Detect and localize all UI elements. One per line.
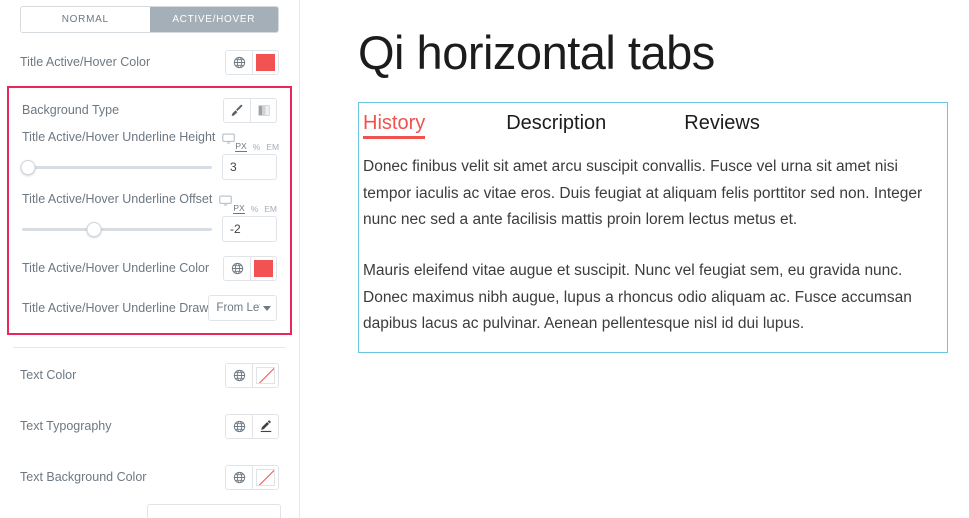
- row-underline-offset-slider: -2: [9, 214, 290, 242]
- row-title-active-hover-color: Title Active/Hover Color: [0, 45, 299, 79]
- unit-percent[interactable]: %: [251, 204, 259, 214]
- select-underline-draw-value: From Left: [216, 302, 260, 314]
- content-paragraph: Mauris eleifend vitae augue et suscipit.…: [363, 262, 912, 333]
- tab-active-hover[interactable]: ACTIVE/HOVER: [149, 7, 278, 32]
- desktop-monitor-icon[interactable]: [219, 193, 232, 211]
- preview-area: Qi horizontal tabs History Description R…: [300, 0, 969, 518]
- text-typography-control: [225, 413, 279, 439]
- input-underline-offset[interactable]: -2: [222, 216, 277, 242]
- slider-underline-height[interactable]: [20, 158, 212, 176]
- state-tab-switch: NORMAL ACTIVE/HOVER: [20, 6, 279, 33]
- label-text-color: Text Color: [20, 368, 77, 382]
- desktop-monitor-icon[interactable]: [222, 131, 236, 149]
- row-underline-draw: Title Active/Hover Underline Draw From L…: [9, 291, 290, 325]
- tab-history[interactable]: History: [363, 112, 426, 146]
- row-background-type: Background Type: [9, 93, 290, 127]
- partial-input-below-fold[interactable]: [147, 504, 281, 518]
- tab-description[interactable]: Description: [506, 112, 606, 146]
- globe-icon[interactable]: [226, 465, 252, 489]
- row-text-background-color: Text Background Color: [0, 460, 299, 494]
- slider-underline-offset[interactable]: [22, 220, 212, 238]
- color-swatch-text-background[interactable]: [252, 465, 278, 489]
- slider-handle[interactable]: [86, 222, 102, 237]
- label-title-active-hover-color: Title Active/Hover Color: [20, 55, 151, 69]
- input-underline-height[interactable]: 3: [222, 154, 277, 180]
- label-underline-offset: Title Active/Hover Underline Offset: [22, 192, 213, 206]
- globe-icon[interactable]: [226, 414, 252, 438]
- tabs-widget: History Description Reviews Donec finibu…: [358, 102, 948, 353]
- label-underline-color: Title Active/Hover Underline Color: [22, 261, 210, 275]
- label-text-typography: Text Typography: [20, 419, 112, 433]
- unit-em[interactable]: EM: [266, 142, 279, 152]
- row-text-typography: Text Typography: [0, 409, 299, 443]
- text-background-color-control: [225, 464, 279, 490]
- row-text-color: Text Color: [0, 358, 299, 392]
- unit-percent[interactable]: %: [253, 142, 261, 152]
- units-underline-offset: PX % EM: [233, 192, 277, 214]
- label-underline-draw: Title Active/Hover Underline Draw: [22, 301, 209, 315]
- tabs-content-panel: Donec finibus velit sit amet arcu suscip…: [359, 146, 947, 352]
- unit-em[interactable]: EM: [264, 204, 277, 214]
- section-divider: [13, 347, 286, 348]
- content-paragraph: Donec finibus velit sit amet arcu suscip…: [363, 158, 923, 229]
- row-underline-color: Title Active/Hover Underline Color: [9, 251, 290, 285]
- paint-brush-icon[interactable]: [224, 98, 250, 122]
- app-root: NORMAL ACTIVE/HOVER Title Active/Hover C…: [0, 0, 969, 518]
- color-swatch-text-color[interactable]: [252, 363, 278, 387]
- units-underline-height: PX % EM: [235, 130, 279, 152]
- unit-px[interactable]: PX: [233, 203, 245, 214]
- highlighted-settings-group: Background Type Title Active/Hover Under…: [7, 86, 292, 335]
- tabs-nav: History Description Reviews: [359, 103, 947, 146]
- color-swatch-title-active-hover[interactable]: [252, 50, 278, 74]
- unit-px[interactable]: PX: [235, 141, 247, 152]
- label-text-background-color: Text Background Color: [20, 470, 147, 484]
- text-color-control: [225, 362, 279, 388]
- tab-normal[interactable]: NORMAL: [21, 7, 150, 32]
- tab-reviews[interactable]: Reviews: [684, 112, 760, 146]
- settings-panel: NORMAL ACTIVE/HOVER Title Active/Hover C…: [0, 0, 300, 518]
- globe-icon[interactable]: [224, 256, 250, 280]
- title-active-hover-color-control: [225, 49, 279, 75]
- background-type-control: [223, 97, 277, 123]
- row-underline-height-slider: 3: [9, 152, 290, 180]
- page-title: Qi horizontal tabs: [358, 26, 715, 79]
- color-swatch-underline[interactable]: [250, 256, 276, 280]
- slider-track: [22, 166, 212, 169]
- row-underline-height-label: Title Active/Hover Underline Height PX %…: [9, 127, 290, 152]
- slider-track: [22, 228, 212, 231]
- row-underline-offset-label: Title Active/Hover Underline Offset PX %…: [9, 189, 290, 214]
- pencil-edit-icon[interactable]: [252, 414, 278, 438]
- underline-color-control: [223, 255, 277, 281]
- slider-handle[interactable]: [20, 160, 36, 175]
- label-background-type: Background Type: [22, 103, 120, 117]
- label-underline-height: Title Active/Hover Underline Height: [22, 130, 216, 144]
- caret-down-icon: [263, 305, 271, 311]
- globe-icon[interactable]: [226, 50, 252, 74]
- select-underline-draw[interactable]: From Left: [208, 295, 277, 321]
- gradient-icon[interactable]: [250, 98, 276, 122]
- globe-icon[interactable]: [226, 363, 252, 387]
